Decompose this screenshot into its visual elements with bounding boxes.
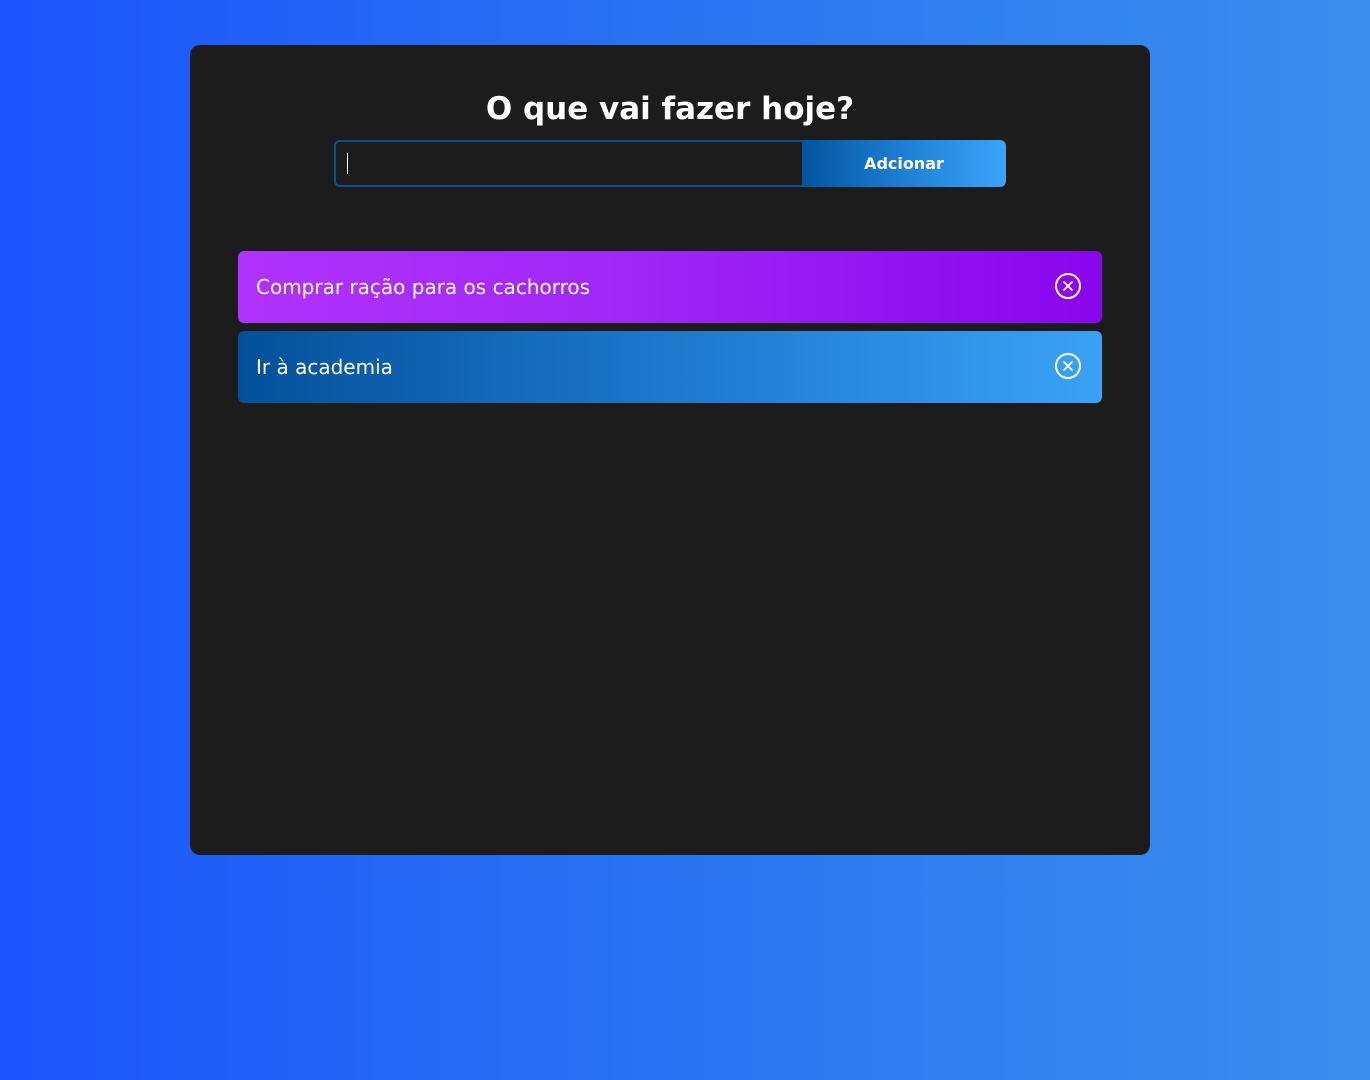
close-circle-icon[interactable] — [1054, 272, 1082, 300]
todo-item[interactable]: Comprar ração para os cachorros — [238, 251, 1102, 323]
todo-item-text[interactable]: Ir à academia — [256, 355, 1084, 379]
todo-form: Adcionar — [334, 140, 1006, 187]
todo-item-text[interactable]: Comprar ração para os cachorros — [256, 275, 1084, 299]
add-button[interactable]: Adcionar — [802, 140, 1006, 187]
todo-app-panel: O que vai fazer hoje? Adcionar Comprar r… — [190, 45, 1150, 855]
close-circle-icon[interactable] — [1054, 352, 1082, 380]
todo-item[interactable]: Ir à academia — [238, 331, 1102, 403]
todo-list: Comprar ração para os cachorros Ir à aca… — [238, 251, 1102, 411]
todo-input-wrapper — [334, 140, 802, 187]
text-caret — [347, 153, 348, 174]
page-title: O que vai fazer hoje? — [485, 91, 855, 127]
todo-input[interactable] — [334, 140, 802, 187]
